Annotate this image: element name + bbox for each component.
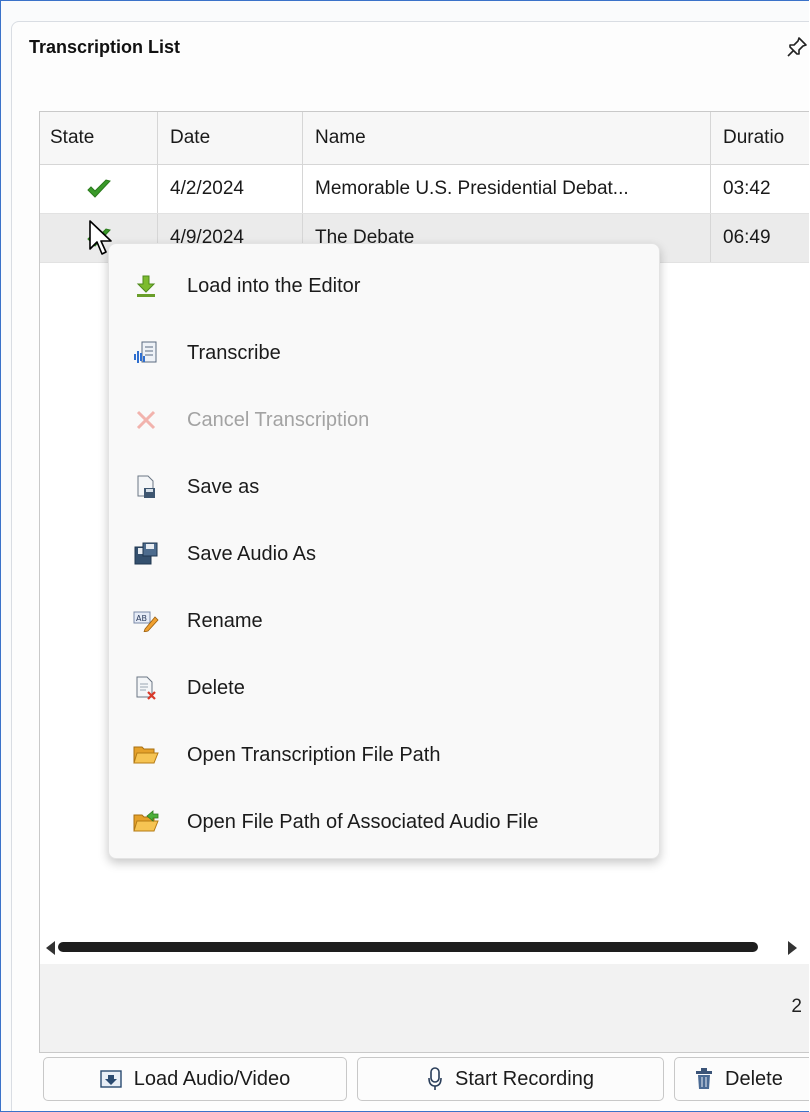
scroll-left-arrow-icon[interactable]	[46, 941, 55, 955]
load-media-icon	[100, 1070, 122, 1088]
scroll-right-arrow-icon[interactable]	[788, 941, 797, 955]
menu-item-rename[interactable]: AB Rename	[117, 591, 651, 651]
menu-label: Load into the Editor	[187, 274, 361, 297]
folder-export-icon	[133, 809, 159, 835]
menu-label: Open Transcription File Path	[187, 743, 441, 766]
menu-item-save-audio-as[interactable]: Save Audio As	[117, 524, 651, 584]
delete-button[interactable]: Delete	[674, 1057, 809, 1101]
duration-cell: 03:42	[723, 178, 771, 199]
context-menu: Load into the Editor Transcribe Cancel T…	[108, 243, 660, 859]
transcription-window: Transcription List State Date Name Durat…	[0, 0, 809, 1112]
table-row[interactable]: 4/2/2024 Memorable U.S. Presidential Deb…	[40, 165, 809, 214]
svg-text:AB: AB	[136, 614, 147, 623]
column-header-name[interactable]: Name	[303, 112, 711, 164]
trash-icon	[696, 1068, 712, 1089]
column-header-date[interactable]: Date	[158, 112, 303, 164]
horizontal-scrollbar[interactable]	[40, 934, 809, 962]
column-header-state[interactable]: State	[40, 112, 158, 164]
menu-label: Open File Path of Associated Audio File	[187, 810, 539, 833]
menu-label: Cancel Transcription	[187, 408, 370, 431]
download-arrow-icon	[133, 273, 159, 299]
menu-label: Save as	[187, 475, 260, 498]
pin-icon[interactable]	[785, 35, 809, 59]
name-cell: Memorable U.S. Presidential Debat...	[303, 165, 711, 213]
panel-title: Transcription List	[29, 37, 181, 57]
menu-item-delete[interactable]: Delete	[117, 658, 651, 718]
delete-document-icon	[133, 675, 159, 701]
duration-cell: 06:49	[723, 227, 771, 248]
menu-item-transcribe[interactable]: Transcribe	[117, 323, 651, 383]
microphone-icon	[428, 1067, 442, 1090]
menu-label: Delete	[187, 676, 245, 699]
date-cell: 4/2/2024	[158, 165, 303, 213]
rename-icon: AB	[133, 608, 159, 634]
folder-open-icon	[133, 742, 159, 768]
save-audio-disk-icon	[133, 541, 159, 567]
column-header-duration[interactable]: Duratio	[711, 112, 809, 164]
delete-label: Delete	[725, 1067, 783, 1090]
start-recording-button[interactable]: Start Recording	[357, 1057, 664, 1101]
menu-item-load-into-editor[interactable]: Load into the Editor	[117, 256, 651, 316]
menu-label: Transcribe	[187, 341, 281, 364]
check-icon	[86, 179, 111, 198]
load-audio-video-button[interactable]: Load Audio/Video	[43, 1057, 347, 1101]
menu-label: Rename	[187, 609, 263, 632]
mouse-cursor-icon	[89, 220, 112, 255]
menu-label: Save Audio As	[187, 542, 316, 565]
menu-item-open-audio-path[interactable]: Open File Path of Associated Audio File	[117, 792, 651, 852]
scrollbar-thumb[interactable]	[58, 942, 758, 952]
menu-item-cancel-transcription[interactable]: Cancel Transcription	[117, 390, 651, 450]
cancel-x-icon	[133, 407, 159, 433]
load-audio-video-label: Load Audio/Video	[133, 1067, 291, 1090]
start-recording-label: Start Recording	[455, 1067, 594, 1090]
transcribe-icon	[133, 340, 159, 366]
item-count: 2	[791, 996, 802, 1017]
state-cell	[40, 165, 158, 213]
save-document-icon	[133, 474, 159, 500]
table-header: State Date Name Duratio	[40, 112, 809, 165]
menu-item-open-transcription-path[interactable]: Open Transcription File Path	[117, 725, 651, 785]
menu-item-save-as[interactable]: Save as	[117, 457, 651, 517]
